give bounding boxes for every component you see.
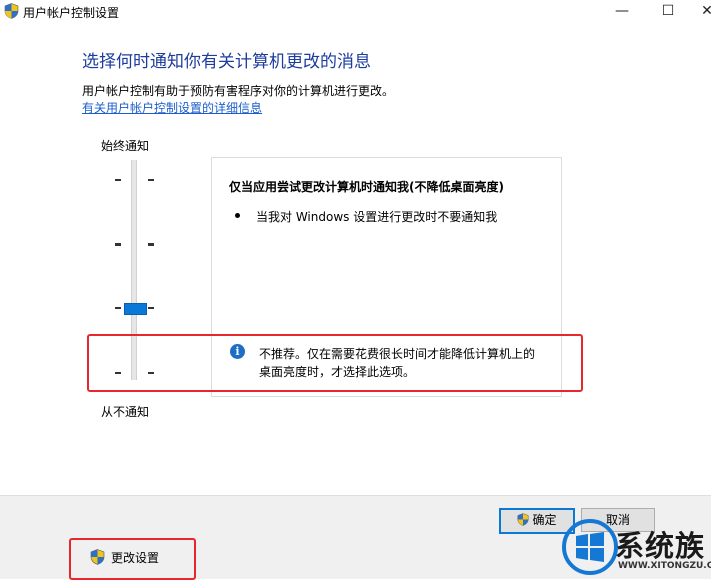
close-button[interactable]: ✕ xyxy=(687,0,711,24)
slider-tick xyxy=(115,243,121,246)
watermark-url: WWW.XITONGZU.COM xyxy=(618,561,711,571)
watermark-text: 系统族 xyxy=(615,529,706,563)
slider-thumb[interactable] xyxy=(124,303,147,315)
setting-bullet-text: 当我对 Windows 设置进行更改时不要通知我 xyxy=(256,210,498,224)
bullet-icon xyxy=(235,213,240,218)
windows-logo-icon xyxy=(562,519,618,575)
ok-button-label: 确定 xyxy=(532,513,557,527)
slider-tick xyxy=(148,179,154,181)
slider-tick xyxy=(148,307,154,309)
minimize-button[interactable]: — xyxy=(602,0,642,24)
details-link[interactable]: 有关用户帐户控制设置的详细信息 xyxy=(82,99,262,116)
uac-shield-icon xyxy=(517,512,529,532)
highlight-box xyxy=(69,538,196,580)
setting-title: 仅当应用尝试更改计算机时通知我(不降低桌面亮度) xyxy=(229,180,504,194)
slider-tick xyxy=(115,307,121,309)
slider-top-label: 始终通知 xyxy=(101,139,150,153)
description-text: 用户帐户控制有助于预防有害程序对你的计算机进行更改。 xyxy=(82,84,395,98)
uac-shield-icon xyxy=(4,3,19,23)
title-bar: 用户帐户控制设置 — ☐ ✕ xyxy=(0,0,711,24)
slider-tick xyxy=(148,243,154,246)
slider-tick xyxy=(115,179,121,181)
page-heading: 选择何时通知你有关计算机更改的消息 xyxy=(82,52,371,72)
slider-bottom-label: 从不通知 xyxy=(101,405,150,419)
maximize-button[interactable]: ☐ xyxy=(648,0,688,24)
highlight-box xyxy=(87,334,583,392)
window-title: 用户帐户控制设置 xyxy=(23,6,120,20)
